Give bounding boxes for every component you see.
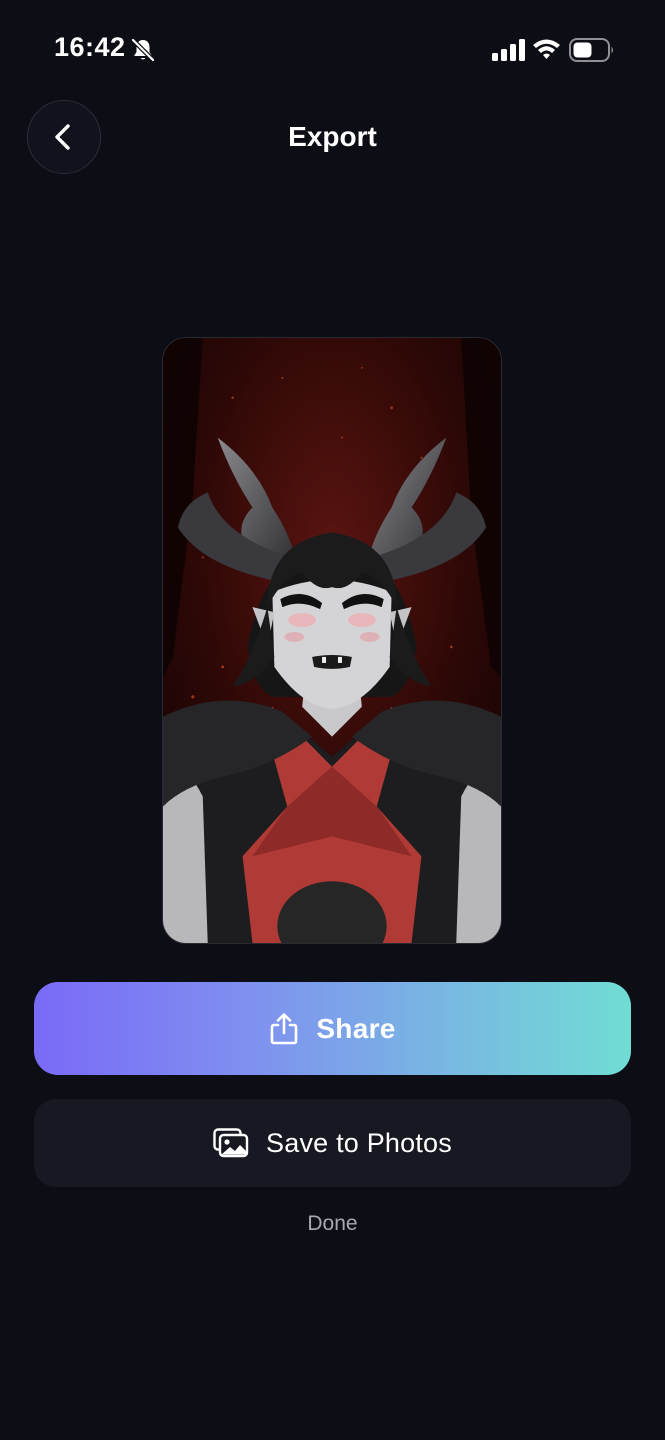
- save-to-photos-label: Save to Photos: [266, 1127, 452, 1158]
- status-bar: 16:42: [0, 0, 665, 100]
- done-button[interactable]: Done: [0, 1212, 665, 1236]
- status-time: 16:42: [54, 32, 126, 62]
- save-to-photos-button[interactable]: Save to Photos: [34, 1099, 631, 1187]
- bell-slash-icon: [131, 38, 155, 62]
- battery-icon: [569, 38, 613, 62]
- share-icon: [271, 1012, 298, 1044]
- cellular-signal-icon: [492, 39, 525, 61]
- share-button-label: Share: [316, 1012, 396, 1044]
- page-title: Export: [288, 121, 377, 152]
- export-screen: 16:42 Export Share Save to Photos Done: [0, 0, 665, 1440]
- export-preview-image: [162, 337, 502, 944]
- photos-icon: [213, 1128, 249, 1158]
- wifi-icon: [533, 39, 560, 59]
- share-button[interactable]: Share: [34, 982, 631, 1075]
- character-render-illustration: [163, 338, 501, 943]
